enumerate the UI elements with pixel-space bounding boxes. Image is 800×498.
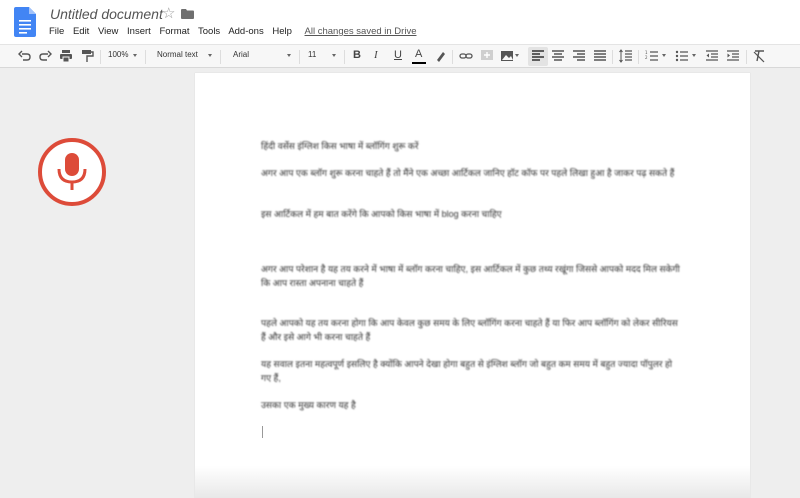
chevron-down-icon xyxy=(133,54,137,57)
folder-icon[interactable] xyxy=(181,9,194,19)
zoom-select[interactable]: 100% xyxy=(108,50,128,59)
font-select[interactable]: Arial xyxy=(233,50,249,59)
align-center-icon[interactable] xyxy=(551,49,565,63)
docs-logo-icon[interactable] xyxy=(14,7,36,37)
save-status-link[interactable]: All changes saved in Drive xyxy=(305,26,417,37)
menu-help[interactable]: Help xyxy=(272,26,292,37)
text-cursor xyxy=(262,426,263,438)
toolbar-divider xyxy=(452,50,453,64)
toolbar-divider xyxy=(638,50,639,64)
app-header: Untitled document ☆ File Edit View Inser… xyxy=(0,0,800,44)
doc-paragraph: हिंदी वर्सेस इंग्लिश किस भाषा में ब्लॉगि… xyxy=(261,141,419,151)
print-icon[interactable] xyxy=(59,49,73,63)
line-spacing-icon[interactable] xyxy=(619,49,633,63)
toolbar-divider xyxy=(612,50,613,64)
align-justify-icon[interactable] xyxy=(593,49,607,63)
menu-insert[interactable]: Insert xyxy=(127,26,151,37)
menu-edit[interactable]: Edit xyxy=(73,26,89,37)
toolbar-divider xyxy=(746,50,747,64)
underline-button[interactable]: U xyxy=(394,49,402,61)
clear-formatting-icon[interactable] xyxy=(752,49,766,63)
italic-button[interactable]: I xyxy=(374,49,378,61)
doc-paragraph: उसका एक मुख्य कारण यह है xyxy=(261,400,356,410)
increase-indent-icon[interactable] xyxy=(726,49,740,63)
doc-paragraph: इस आर्टिकल में हम बात करेंगे कि आपको किस… xyxy=(261,209,502,219)
highlight-icon[interactable] xyxy=(434,49,448,63)
redo-icon[interactable] xyxy=(38,49,52,63)
star-icon[interactable]: ☆ xyxy=(162,4,175,22)
toolbar-divider xyxy=(344,50,345,64)
decrease-indent-icon[interactable] xyxy=(705,49,719,63)
chevron-down-icon xyxy=(208,54,212,57)
doc-paragraph: यह सवाल इतना महत्वपूर्ण इसलिए है क्योंकि… xyxy=(261,359,673,383)
text-color-button[interactable]: A xyxy=(415,48,422,60)
chevron-down-icon xyxy=(287,54,291,57)
svg-text:2: 2 xyxy=(645,55,648,60)
toolbar-divider xyxy=(299,50,300,64)
toolbar-divider xyxy=(100,50,101,64)
page-fade xyxy=(195,466,750,498)
bulleted-list-icon[interactable] xyxy=(675,49,689,63)
chevron-down-icon xyxy=(662,54,666,57)
text-color-swatch xyxy=(412,62,426,64)
align-right-icon[interactable] xyxy=(572,49,586,63)
menu-format[interactable]: Format xyxy=(159,26,189,37)
voice-typing-mic-button[interactable] xyxy=(38,138,106,206)
document-title[interactable]: Untitled document xyxy=(50,6,163,22)
bold-button[interactable]: B xyxy=(353,49,361,61)
chevron-down-icon xyxy=(515,54,519,57)
microphone-icon xyxy=(57,153,87,190)
menu-view[interactable]: View xyxy=(98,26,118,37)
insert-image-icon[interactable] xyxy=(500,49,514,63)
menu-bar: File Edit View Insert Format Tools Add-o… xyxy=(49,26,422,37)
toolbar-divider xyxy=(220,50,221,64)
doc-paragraph: अगर आप परेशान है यह तय करने में भाषा में… xyxy=(261,264,680,288)
align-left-icon[interactable] xyxy=(531,49,545,63)
menu-tools[interactable]: Tools xyxy=(198,26,220,37)
toolbar-divider xyxy=(145,50,146,64)
paint-format-icon[interactable] xyxy=(80,49,94,63)
menu-addons[interactable]: Add-ons xyxy=(228,26,263,37)
doc-paragraph: अगर आप एक ब्लॉग शुरू करना चाहते हैं तो म… xyxy=(261,168,675,178)
chevron-down-icon xyxy=(332,54,336,57)
link-icon[interactable] xyxy=(459,49,473,63)
numbered-list-icon[interactable]: 1 2 xyxy=(645,49,659,63)
formatting-toolbar: 100% Normal text Arial 11 B I U A 1 2 xyxy=(0,44,800,68)
insert-comment-icon[interactable] xyxy=(480,49,494,63)
font-size-select[interactable]: 11 xyxy=(308,50,316,59)
chevron-down-icon xyxy=(692,54,696,57)
doc-paragraph: पहले आपको यह तय करना होगा कि आप केवल कुछ… xyxy=(261,318,678,342)
undo-icon[interactable] xyxy=(18,49,32,63)
menu-file[interactable]: File xyxy=(49,26,64,37)
style-select[interactable]: Normal text xyxy=(157,50,198,59)
